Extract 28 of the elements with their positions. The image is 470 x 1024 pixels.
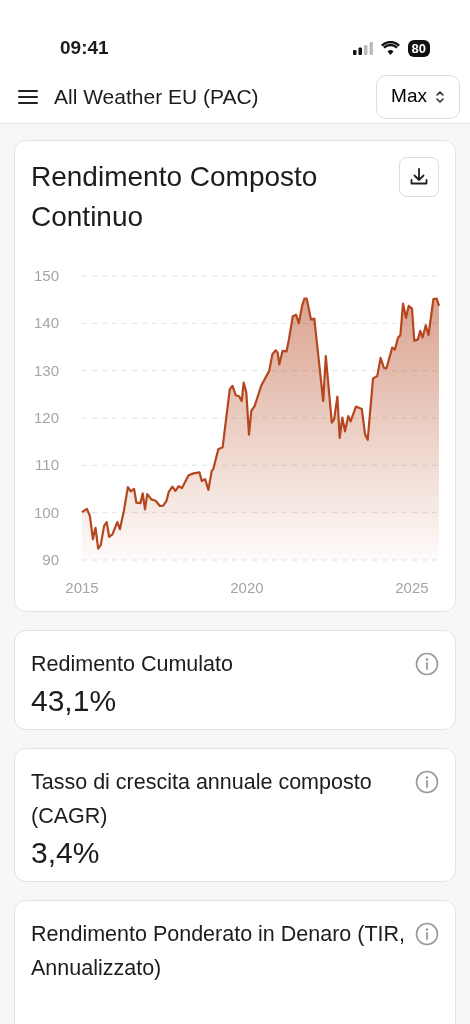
chevron-up-down-icon bbox=[435, 89, 445, 104]
info-button[interactable] bbox=[415, 921, 439, 946]
axis-label: 2015 bbox=[65, 579, 99, 596]
info-button[interactable] bbox=[415, 769, 439, 794]
download-button[interactable] bbox=[399, 157, 439, 197]
metric-value: 3,4% bbox=[31, 835, 101, 871]
range-select[interactable]: Max bbox=[376, 74, 460, 119]
axis-label: 120 bbox=[33, 409, 59, 426]
metric-label: Rendimento Ponderato in Denaro (TIR, Annualizzato) bbox=[31, 921, 407, 982]
metric-label: Tasso di crescita annuale composto (CAGR) bbox=[31, 769, 373, 830]
page-title: All Weather EU (PAC) bbox=[54, 83, 260, 110]
info-button[interactable] bbox=[415, 651, 439, 676]
axis-label: 90 bbox=[42, 551, 59, 568]
battery-level: 80 bbox=[407, 39, 430, 57]
status-time: 09:41 bbox=[60, 35, 109, 60]
chart-title: Rendimento Composto Continuo bbox=[31, 160, 319, 234]
metric-value: 43,1% bbox=[31, 683, 118, 719]
download-icon bbox=[409, 167, 429, 187]
axis-label: 140 bbox=[33, 314, 59, 332]
metric-label: Redimento Cumulato bbox=[31, 651, 233, 678]
signal-icon bbox=[352, 41, 373, 55]
axis-label: 150 bbox=[33, 267, 59, 284]
axis-label: 110 bbox=[35, 456, 59, 474]
axis-label: 2020 bbox=[230, 579, 264, 596]
axis-label: 100 bbox=[33, 503, 59, 521]
axis-label: 130 bbox=[33, 361, 59, 379]
axis-label: 2025 bbox=[395, 579, 429, 596]
wifi-icon bbox=[380, 41, 400, 55]
